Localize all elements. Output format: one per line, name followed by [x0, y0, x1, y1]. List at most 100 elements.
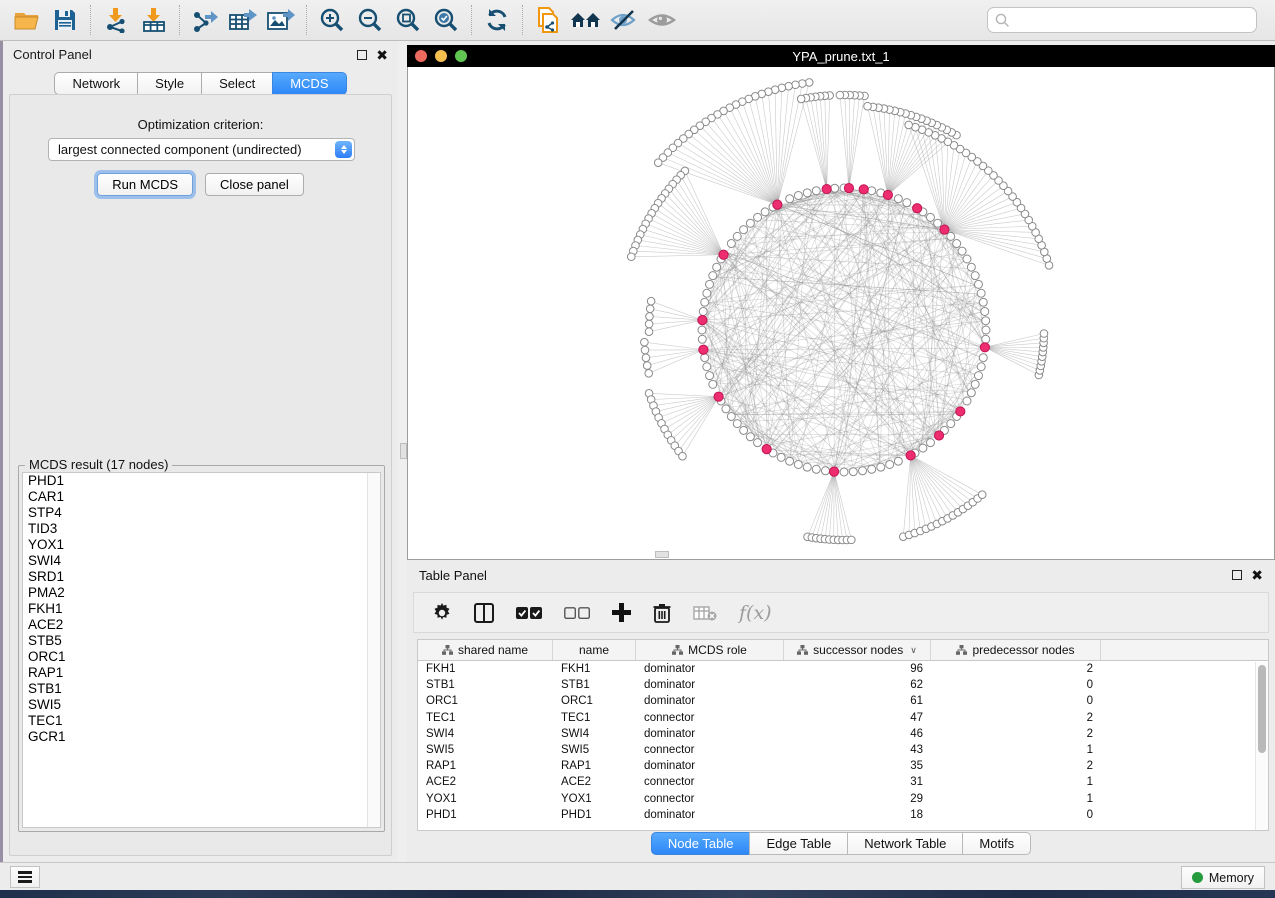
- column-type-icon: [672, 645, 683, 655]
- table-row[interactable]: STB1STB1dominator620: [418, 677, 1268, 693]
- first-neighbors-icon[interactable]: [567, 3, 605, 37]
- tab-style[interactable]: Style: [137, 72, 201, 95]
- mcds-result-list[interactable]: PHD1CAR1STP4TID3YOX1SWI4SRD1PMA2FKH1ACE2…: [22, 472, 381, 828]
- cell-mcds_role: dominator: [636, 679, 784, 691]
- column-header-MCDS-role[interactable]: MCDS role: [636, 640, 784, 660]
- table-scrollbar-thumb[interactable]: [1258, 665, 1266, 753]
- split-columns-icon[interactable]: [474, 603, 494, 623]
- mcds-result-item[interactable]: TID3: [23, 521, 380, 537]
- zoom-in-icon[interactable]: [313, 3, 351, 37]
- export-table-icon[interactable]: [224, 3, 262, 37]
- close-panel-button[interactable]: Close panel: [205, 173, 304, 196]
- status-bar: Memory: [0, 862, 1275, 890]
- network-view-window: YPA_prune.txt_1: [407, 45, 1275, 560]
- optimization-criterion-select[interactable]: largest connected component (undirected): [48, 138, 355, 161]
- tab-network[interactable]: Network: [54, 72, 137, 95]
- tab-select[interactable]: Select: [201, 72, 272, 95]
- tab-mcds[interactable]: MCDS: [272, 72, 346, 95]
- add-column-icon[interactable]: [612, 603, 631, 622]
- task-history-button[interactable]: [10, 866, 40, 888]
- control-panel: Control Panel ✖ Network Style Select MCD…: [3, 41, 398, 862]
- column-type-icon: [797, 645, 808, 655]
- cell-shared_name: YOX1: [418, 793, 553, 805]
- mcds-result-item[interactable]: SWI5: [23, 697, 380, 713]
- settings-gear-icon[interactable]: [432, 603, 452, 623]
- mcds-result-item[interactable]: RAP1: [23, 665, 380, 681]
- refresh-icon[interactable]: [478, 3, 516, 37]
- mcds-result-item[interactable]: PHD1: [23, 473, 380, 489]
- tab-motifs[interactable]: Motifs: [962, 832, 1031, 855]
- tab-node-table[interactable]: Node Table: [651, 832, 750, 855]
- network-window-titlebar[interactable]: YPA_prune.txt_1: [407, 45, 1275, 67]
- show-all-icon[interactable]: [643, 3, 681, 37]
- mcds-result-item[interactable]: CAR1: [23, 489, 380, 505]
- mcds-result-item[interactable]: STP4: [23, 505, 380, 521]
- network-canvas[interactable]: [407, 67, 1275, 560]
- memory-button[interactable]: Memory: [1181, 866, 1265, 889]
- float-panel-icon[interactable]: [357, 50, 367, 60]
- table-row[interactable]: RAP1RAP1dominator352: [418, 758, 1268, 774]
- column-type-icon: [956, 645, 967, 655]
- save-icon[interactable]: [46, 3, 84, 37]
- table-row[interactable]: ORC1ORC1dominator610: [418, 693, 1268, 709]
- search-box[interactable]: [987, 7, 1257, 33]
- run-mcds-button[interactable]: Run MCDS: [97, 173, 193, 196]
- sort-chevron-icon[interactable]: ∨: [910, 645, 917, 656]
- desktop-wallpaper: [0, 890, 1275, 898]
- zoom-fit-icon[interactable]: [389, 3, 427, 37]
- mcds-result-item[interactable]: STB5: [23, 633, 380, 649]
- close-table-panel-icon[interactable]: ✖: [1251, 570, 1263, 580]
- close-panel-icon[interactable]: ✖: [376, 50, 388, 60]
- column-header-label: shared name: [458, 643, 528, 657]
- control-panel-tabbar: Network Style Select MCDS: [3, 72, 398, 95]
- table-row[interactable]: YOX1YOX1connector291: [418, 791, 1268, 807]
- node-table[interactable]: shared name nameMCDS rolesuccessor nodes∨…: [417, 639, 1269, 831]
- select-all-checkboxes-icon[interactable]: [516, 606, 542, 620]
- table-row[interactable]: SWI4SWI4dominator462: [418, 726, 1268, 742]
- clone-network-icon[interactable]: [529, 3, 567, 37]
- table-scrollbar[interactable]: [1255, 662, 1268, 831]
- table-row[interactable]: SWI5SWI5connector431: [418, 742, 1268, 758]
- table-row[interactable]: TEC1TEC1connector472: [418, 710, 1268, 726]
- mcds-list-scrollbar[interactable]: [367, 473, 380, 827]
- hide-selected-icon[interactable]: [605, 3, 643, 37]
- mcds-result-item[interactable]: TEC1: [23, 713, 380, 729]
- deselect-all-checkboxes-icon[interactable]: [564, 606, 590, 620]
- mcds-result-fieldset: MCDS result (17 nodes) PHD1CAR1STP4TID3Y…: [18, 465, 385, 832]
- delete-column-icon[interactable]: [653, 603, 671, 623]
- search-input[interactable]: [1014, 9, 1256, 31]
- export-image-icon[interactable]: [262, 3, 300, 37]
- column-header-name[interactable]: name: [553, 640, 636, 660]
- panel-splitter-handle[interactable]: [400, 443, 407, 459]
- cell-shared_name: ORC1: [418, 695, 553, 707]
- mcds-result-item[interactable]: SWI4: [23, 553, 380, 569]
- cell-shared_name: TEC1: [418, 712, 553, 724]
- mcds-result-item[interactable]: GCR1: [23, 729, 380, 745]
- tab-network-table[interactable]: Network Table: [847, 832, 962, 855]
- mcds-result-item[interactable]: STB1: [23, 681, 380, 697]
- table-row[interactable]: ACE2ACE2connector311: [418, 774, 1268, 790]
- export-network-icon[interactable]: [186, 3, 224, 37]
- table-row[interactable]: FKH1FKH1dominator962: [418, 661, 1268, 677]
- table-row[interactable]: PHD1PHD1dominator180: [418, 807, 1268, 823]
- mcds-result-item[interactable]: YOX1: [23, 537, 380, 553]
- table-splitter-handle[interactable]: [655, 551, 669, 558]
- mcds-result-item[interactable]: PMA2: [23, 585, 380, 601]
- cell-mcds_role: dominator: [636, 695, 784, 707]
- float-table-panel-icon[interactable]: [1232, 570, 1242, 580]
- mcds-result-item[interactable]: ORC1: [23, 649, 380, 665]
- function-builder-icon: f(x): [739, 602, 772, 624]
- open-file-icon[interactable]: [8, 3, 46, 37]
- tab-edge-table[interactable]: Edge Table: [749, 832, 847, 855]
- column-header-predecessor-nodes[interactable]: predecessor nodes: [931, 640, 1101, 660]
- import-table-icon[interactable]: [135, 3, 173, 37]
- mcds-result-item[interactable]: FKH1: [23, 601, 380, 617]
- cell-name: PHD1: [553, 809, 636, 821]
- mcds-result-item[interactable]: ACE2: [23, 617, 380, 633]
- column-header-successor-nodes[interactable]: successor nodes∨: [784, 640, 931, 660]
- zoom-selected-icon[interactable]: [427, 3, 465, 37]
- mcds-result-item[interactable]: SRD1: [23, 569, 380, 585]
- zoom-out-icon[interactable]: [351, 3, 389, 37]
- import-network-icon[interactable]: [97, 3, 135, 37]
- column-header-shared-name[interactable]: shared name: [418, 640, 553, 660]
